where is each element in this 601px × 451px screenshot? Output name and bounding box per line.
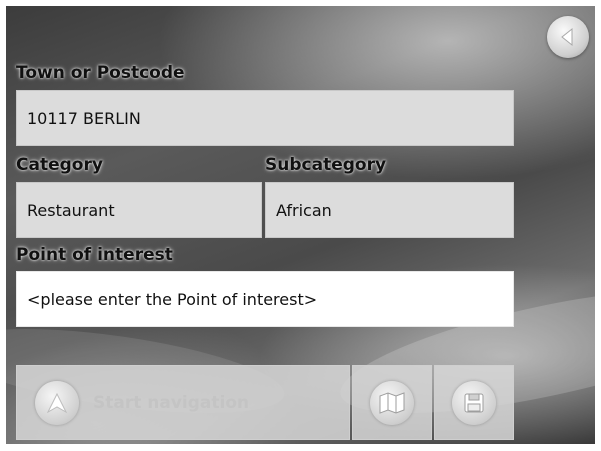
back-button[interactable] [547, 16, 589, 58]
category-label: Category [16, 155, 103, 175]
navigation-arrow-icon [35, 380, 79, 425]
save-button[interactable] [434, 365, 514, 440]
subcategory-select[interactable]: African [265, 182, 514, 238]
map-button[interactable] [352, 365, 432, 440]
start-navigation-label: Start navigation [93, 392, 250, 413]
floppy-disk-icon [452, 380, 496, 425]
start-navigation-button[interactable]: Start navigation [16, 365, 350, 440]
map-icon [370, 380, 414, 425]
town-label: Town or Postcode [16, 63, 185, 83]
subcategory-label: Subcategory [265, 155, 387, 175]
poi-input[interactable]: <please enter the Point of interest> [16, 271, 514, 327]
poi-label: Point of interest [16, 245, 173, 265]
town-input[interactable]: 10117 BERLIN [16, 90, 514, 146]
back-arrow-icon [561, 27, 573, 47]
poi-search-screen: Town or Postcode 10117 BERLIN Category R… [6, 6, 595, 444]
category-select[interactable]: Restaurant [16, 182, 262, 238]
